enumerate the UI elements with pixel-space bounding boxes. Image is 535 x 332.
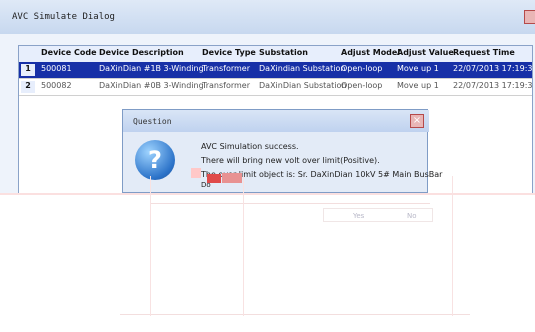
dialog-close-button[interactable]: × xyxy=(410,114,424,128)
cell-request-time: 22/07/2013 17:19:3 xyxy=(453,64,533,73)
cell-device-type: Transformer xyxy=(202,81,251,90)
yes-button[interactable]: Yes xyxy=(353,212,364,220)
dialog-titlebar: Question × xyxy=(123,110,429,132)
question-dialog: Question × ? AVC Simulation success. The… xyxy=(122,109,442,193)
render-artifact xyxy=(150,203,430,204)
question-icon: ? xyxy=(135,140,175,180)
col-request-time: Request Time xyxy=(453,48,515,57)
row-number: 1 xyxy=(21,64,35,76)
render-artifact xyxy=(243,176,244,316)
render-artifact xyxy=(191,168,201,178)
col-adjust-value: Adjust Value xyxy=(397,48,454,57)
window-titlebar: AVC Simulate Dialog xyxy=(0,0,535,34)
render-artifact xyxy=(120,314,470,315)
window-close-button[interactable] xyxy=(524,10,535,24)
cell-device-code: 500081 xyxy=(41,64,72,73)
cell-device-description: DaXinDian #0B 3-Winding xyxy=(99,81,204,90)
cell-adjust-model: Open-loop xyxy=(341,81,383,90)
render-artifact xyxy=(207,174,221,183)
cell-substation: DaXindian Substation xyxy=(259,64,346,73)
col-adjust-model: Adjust Model xyxy=(341,48,401,57)
col-substation: Substation xyxy=(259,48,308,57)
dialog-title: Question xyxy=(133,117,172,126)
cell-request-time: 22/07/2013 17:19:3 xyxy=(453,81,533,90)
cell-adjust-value: Move up 1 xyxy=(397,81,439,90)
cell-device-type: Transformer xyxy=(202,64,251,73)
col-device-description: Device Description xyxy=(99,48,184,57)
avc-simulate-dialog: AVC Simulate Dialog Device Code Device D… xyxy=(0,0,535,332)
col-device-type: Device Type xyxy=(202,48,256,57)
row-number: 2 xyxy=(21,81,35,93)
render-artifact xyxy=(452,176,453,316)
cell-substation: DaXinDian Substation xyxy=(259,81,347,90)
cell-device-description: DaXinDian #1B 3-Winding xyxy=(99,64,204,73)
table-row[interactable]: 1 500081 DaXinDian #1B 3-Winding Transfo… xyxy=(19,62,533,78)
dialog-message-line: AVC Simulation success. xyxy=(201,142,299,151)
table-header: Device Code Device Description Device Ty… xyxy=(19,46,532,63)
render-artifact xyxy=(150,176,151,316)
cell-adjust-model: Open-loop xyxy=(341,64,383,73)
col-device-code: Device Code xyxy=(41,48,97,57)
blank-region xyxy=(0,193,535,332)
dialog-message-line: There will bring new volt over limit(Pos… xyxy=(201,156,380,165)
cell-adjust-value: Move up 1 xyxy=(397,64,439,73)
render-artifact xyxy=(222,173,242,183)
cell-device-code: 500082 xyxy=(41,81,72,90)
table-row[interactable]: 2 500082 DaXinDian #0B 3-Winding Transfo… xyxy=(19,78,533,96)
window-title: AVC Simulate Dialog xyxy=(12,12,115,22)
render-artifact xyxy=(0,193,535,195)
no-button[interactable]: No xyxy=(407,212,417,220)
